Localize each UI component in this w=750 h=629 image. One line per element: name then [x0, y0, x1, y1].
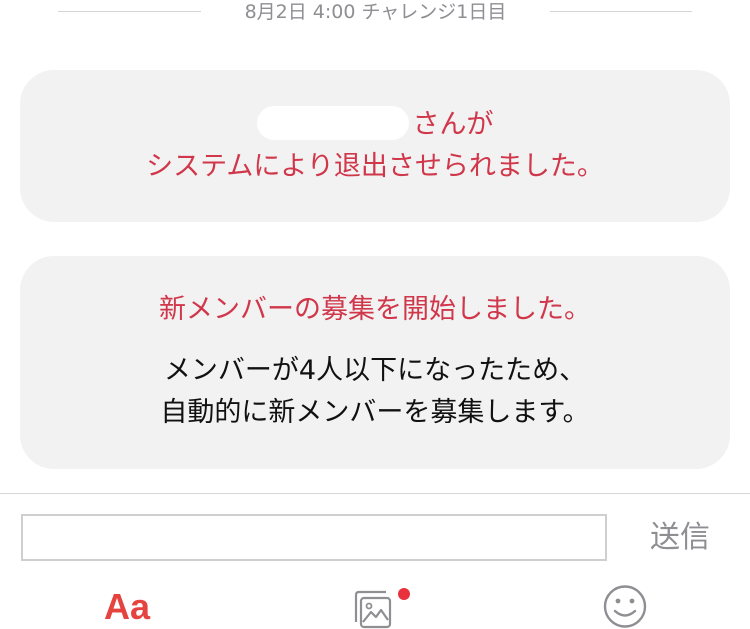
date-label: 8月2日 4:00 チャレンジ1日目	[244, 1, 507, 23]
emoji-button[interactable]	[600, 584, 650, 629]
composer-divider	[0, 493, 750, 494]
recruitment-body-line2: 自動的に新メンバーを募集します。	[160, 397, 590, 428]
recruitment-title: 新メンバーの募集を開始しました。	[159, 294, 591, 325]
chat-screen: 8月2日 4:00 チャレンジ1日目 さんが システムにより退出させられました。…	[0, 0, 750, 629]
image-gallery-button[interactable]	[352, 586, 414, 629]
redacted-member-name	[256, 105, 409, 140]
smiley-icon	[603, 585, 647, 628]
separator-line-right	[550, 11, 692, 12]
recruitment-body-line1: メンバーが4人以下になったため、	[163, 355, 587, 386]
removed-message-text: システムにより退出させられました。	[146, 151, 604, 182]
text-style-button[interactable]: Aa	[93, 585, 161, 629]
system-message-member-removed: さんが システムにより退出させられました。	[20, 70, 730, 222]
image-gallery-icon	[354, 588, 410, 629]
message-input[interactable]	[21, 514, 607, 561]
date-separator: 8月2日 4:00 チャレンジ1日目	[0, 0, 750, 30]
notification-dot	[398, 588, 410, 600]
separator-line-left	[58, 11, 201, 12]
system-message-recruitment: 新メンバーの募集を開始しました。 メンバーが4人以下になったため、 自動的に新メ…	[20, 256, 730, 469]
member-name-line: さんが	[20, 105, 730, 143]
name-suffix: さんが	[412, 109, 494, 140]
send-button[interactable]: 送信	[640, 518, 720, 558]
